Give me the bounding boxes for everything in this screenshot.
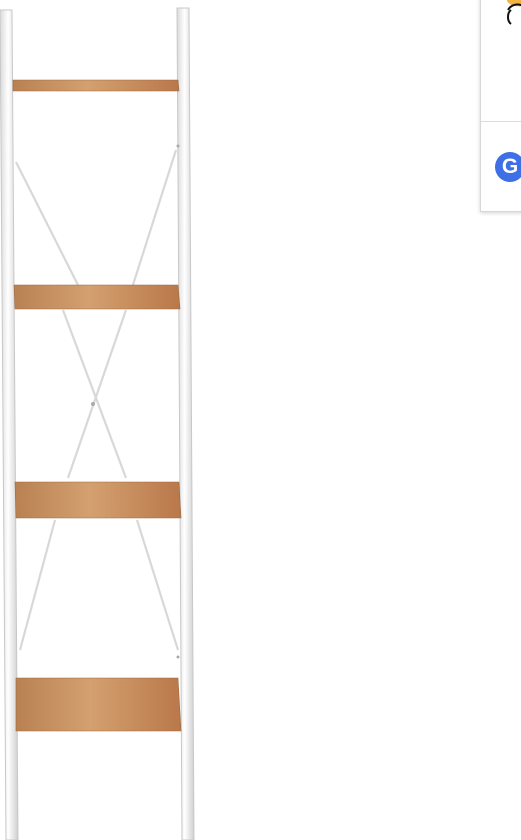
card-divider [481, 121, 521, 122]
sign-in-popup-card: G [480, 0, 521, 212]
bolt [91, 402, 95, 406]
left-frame-post [0, 9, 19, 840]
google-sign-in-button[interactable]: G [495, 152, 521, 182]
google-icon: G [501, 155, 519, 178]
page: G [0, 0, 521, 840]
shelf-1 [12, 79, 180, 92]
bolt [176, 144, 180, 148]
bolt [176, 655, 180, 659]
shelf-2 [13, 284, 181, 310]
cross-braces [15, 149, 180, 651]
shelf-3 [14, 481, 182, 519]
ladder-shelf-product-image [0, 7, 195, 840]
shelf-4 [15, 677, 182, 732]
cartoon-illustration-icon [507, 0, 521, 25]
